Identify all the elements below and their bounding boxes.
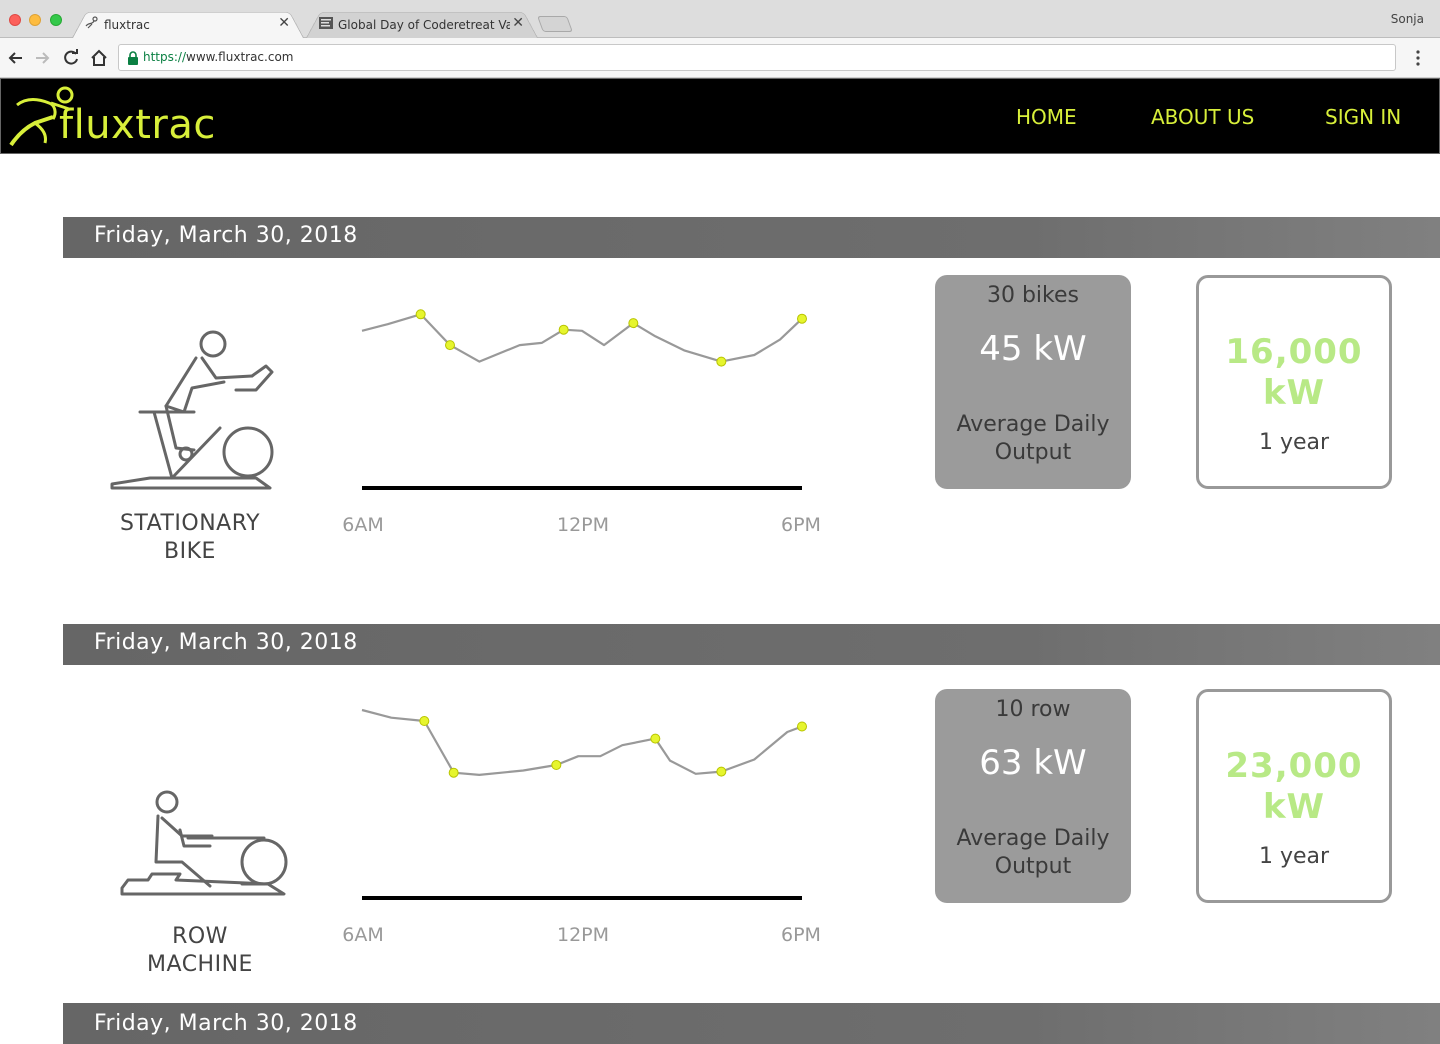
data-point (797, 721, 807, 732)
tab-title: Global Day of Coderetreat Val (338, 18, 510, 32)
site-header: fluxtrac HOME ABOUT US SIGN IN (0, 78, 1440, 154)
data-point (716, 766, 727, 777)
average-kw-value: 63 kW (979, 743, 1087, 783)
profile-name[interactable]: Sonja (1391, 12, 1424, 26)
equipment-count: 10 row (995, 697, 1071, 722)
fluxtrac-favicon-icon (85, 16, 98, 29)
data-point (445, 340, 455, 351)
back-arrow-icon[interactable] (6, 48, 26, 68)
forward-arrow-icon[interactable] (32, 48, 52, 68)
total-kw-value: 23,000 kW (1225, 746, 1363, 827)
date-header: Friday, March 30, 2018 (63, 217, 1440, 258)
data-point (551, 760, 562, 770)
nav-sign-in-link[interactable]: SIGN IN (1325, 105, 1401, 129)
x-tick-label: 6AM (342, 514, 383, 536)
total-kw-value: 16,000 kW (1225, 332, 1363, 413)
total-period: 1 year (1258, 844, 1330, 869)
x-tick-label: 12PM (557, 514, 609, 536)
data-point (650, 733, 661, 744)
minimize-window-button[interactable] (29, 14, 41, 26)
total-output-card: 23,000 kW 1 year (1196, 689, 1392, 903)
stationary-bike-icon (110, 330, 274, 490)
average-output-label: Average Daily Output (956, 412, 1110, 465)
x-tick-label: 6PM (781, 514, 821, 536)
data-point (797, 313, 807, 324)
logo-text: fluxtrac (59, 102, 216, 148)
browser-tab-bar: fluxtrac ✕ Global Day of Coderetreat Val… (0, 0, 1440, 38)
average-output-label: Average Daily Output (956, 826, 1110, 879)
equipment-label: STATIONARY BIKE (119, 511, 261, 564)
date-text: Friday, March 30, 2018 (94, 630, 358, 655)
equipment-label: ROW MACHINE (147, 924, 253, 977)
home-icon[interactable] (89, 48, 109, 68)
address-bar[interactable]: https://www.fluxtrac.com (118, 44, 1396, 71)
data-point (415, 309, 426, 320)
total-period: 1 year (1258, 430, 1330, 455)
x-tick-label: 6PM (781, 924, 821, 946)
date-text: Friday, March 30, 2018 (94, 223, 358, 248)
data-point (716, 356, 727, 367)
fluxtrac-logo[interactable]: fluxtrac (9, 83, 219, 149)
data-point (628, 318, 639, 329)
tab-title: fluxtrac (104, 18, 150, 32)
x-tick-label: 6AM (342, 924, 383, 946)
output-line-chart: 6AM 12PM 6PM (342, 309, 821, 536)
close-window-button[interactable] (9, 14, 21, 26)
x-tick-label: 12PM (557, 924, 609, 946)
total-output-card: 16,000 kW 1 year (1196, 275, 1392, 489)
nav-about-us-link[interactable]: ABOUT US (1151, 105, 1254, 129)
nav-home-link[interactable]: HOME (1016, 105, 1077, 129)
data-point (558, 324, 569, 335)
average-output-card: 10 row 63 kW Average Daily Output (935, 689, 1131, 903)
series-line (361, 313, 803, 363)
close-tab-icon[interactable]: ✕ (278, 15, 290, 31)
maximize-window-button[interactable] (50, 14, 62, 26)
equipment-count: 30 bikes (986, 283, 1080, 308)
close-tab-icon[interactable]: ✕ (512, 15, 524, 31)
lock-icon (128, 51, 138, 65)
browser-menu-icon[interactable] (1416, 48, 1420, 68)
url-text: https://www.fluxtrac.com (143, 50, 294, 64)
document-favicon-icon (319, 17, 333, 29)
browser-tab-fluxtrac[interactable]: fluxtrac ✕ (72, 8, 304, 38)
date-header: Friday, March 30, 2018 (63, 624, 1440, 665)
average-kw-value: 45 kW (979, 329, 1087, 369)
data-point (419, 716, 430, 726)
new-tab-button[interactable] (537, 16, 573, 32)
average-output-card: 30 bikes 45 kW Average Daily Output (935, 275, 1131, 489)
browser-toolbar: https://www.fluxtrac.com (0, 38, 1440, 78)
reload-icon[interactable] (61, 48, 81, 68)
row-machine-icon (120, 790, 288, 896)
output-line-chart: 6AM 12PM 6PM (342, 708, 821, 946)
browser-tab-coderetreat[interactable]: Global Day of Coderetreat Val ✕ (306, 8, 538, 38)
data-point (448, 767, 459, 778)
